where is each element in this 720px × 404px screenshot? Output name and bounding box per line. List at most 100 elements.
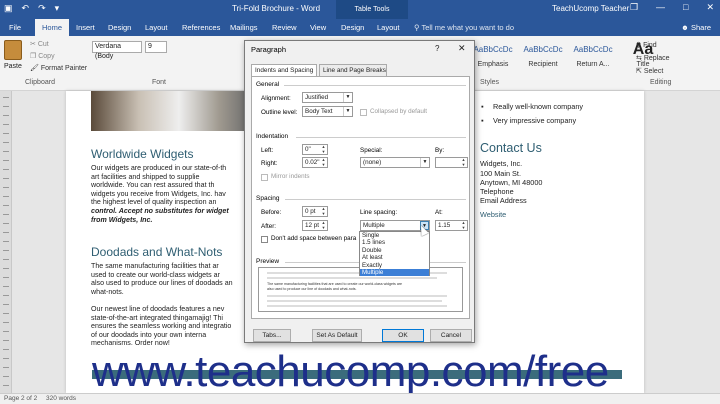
alignment-value: Justified bbox=[305, 94, 329, 101]
vertical-ruler bbox=[0, 91, 12, 393]
at-input[interactable]: 1.15 ▲ ▼ bbox=[435, 220, 468, 231]
select-label: Select bbox=[643, 68, 664, 75]
by-input[interactable]: ▲ ▼ bbox=[435, 157, 468, 168]
preview-next-line bbox=[267, 300, 442, 302]
close-icon[interactable]: ✕ bbox=[706, 2, 714, 13]
ruler-tick bbox=[3, 214, 9, 215]
text-line: The same manufacturing facilities that a… bbox=[91, 262, 219, 270]
option-at-least[interactable]: At least bbox=[360, 254, 429, 261]
tell-me-search[interactable]: ⚲ Tell me what you want to do bbox=[414, 19, 514, 36]
styles-group-label: Styles bbox=[480, 79, 500, 86]
style-sample: AaBbCcDc bbox=[573, 45, 613, 54]
tab-review[interactable]: Review bbox=[272, 19, 297, 36]
right-indent-input[interactable]: 0.02" ▲ ▼ bbox=[302, 157, 328, 168]
word-count[interactable]: 320 words bbox=[46, 395, 76, 402]
tab-home[interactable]: Home bbox=[35, 19, 70, 36]
tab-layout[interactable]: Layout bbox=[145, 19, 168, 36]
alignment-select[interactable]: Justified ▼ bbox=[302, 92, 353, 103]
ruler-tick bbox=[3, 286, 9, 287]
ruler-tick bbox=[3, 295, 9, 296]
spinner-icon[interactable]: ▲ ▼ bbox=[460, 157, 467, 167]
style-sample: AaBbCcDc bbox=[473, 45, 513, 54]
special-select[interactable]: (none) ▼ bbox=[360, 157, 430, 168]
bullet-item: Very impressive company bbox=[481, 116, 576, 125]
text-line: widgets you receive from Widgets, Inc. h… bbox=[91, 189, 226, 198]
line-spacing-dropdown: Single 1.5 lines Double At least Exactly… bbox=[359, 231, 430, 277]
option-exactly[interactable]: Exactly bbox=[360, 262, 429, 269]
minimize-icon[interactable]: — bbox=[656, 2, 665, 13]
cancel-button[interactable]: Cancel bbox=[430, 329, 472, 342]
line-spacing-label: Line spacing: bbox=[360, 209, 398, 216]
tab-line-page-breaks[interactable]: Line and Page Breaks bbox=[319, 64, 387, 76]
tab-table-layout[interactable]: Layout bbox=[377, 19, 400, 36]
customize-qat-icon[interactable]: ▾ bbox=[55, 3, 60, 14]
style-emphasis[interactable]: AaBbCcDc Emphasis bbox=[470, 39, 516, 75]
tab-references[interactable]: References bbox=[182, 19, 220, 36]
maximize-icon[interactable]: □ bbox=[683, 2, 688, 13]
user-name[interactable]: TeachUcomp Teacher bbox=[552, 4, 629, 13]
spinner-icon[interactable]: ▲ ▼ bbox=[320, 144, 327, 154]
option-multiple[interactable]: Multiple bbox=[360, 268, 429, 277]
option-double[interactable]: Double bbox=[360, 247, 429, 254]
tab-insert[interactable]: Insert bbox=[76, 19, 95, 36]
replace-button[interactable]: ⇆ Replace bbox=[636, 52, 670, 65]
spinner-icon[interactable]: ▲ ▼ bbox=[320, 157, 327, 167]
redo-icon[interactable]: ↷ bbox=[38, 3, 46, 14]
tabs-button[interactable]: Tabs... bbox=[253, 329, 291, 342]
heading-doodads: Doodads and What-Nots bbox=[91, 245, 223, 259]
paragraph-new-line: Our newest line of doodads features a ne… bbox=[91, 305, 251, 348]
option-single[interactable]: Single bbox=[360, 232, 429, 239]
spinner-icon[interactable]: ▲ ▼ bbox=[320, 206, 327, 216]
outline-level-value: Body Text bbox=[305, 108, 333, 115]
text-line: of our doodads into your own interna bbox=[91, 330, 207, 339]
tab-design[interactable]: Design bbox=[108, 19, 131, 36]
option-1-5-lines[interactable]: 1.5 lines bbox=[360, 239, 429, 246]
tab-mailings[interactable]: Mailings bbox=[230, 19, 258, 36]
close-icon[interactable]: ✕ bbox=[458, 43, 466, 54]
share-button[interactable]: ☻ Share bbox=[681, 19, 711, 36]
contact-line: 100 Main St. bbox=[480, 169, 521, 178]
ruler-tick bbox=[3, 250, 9, 251]
ruler-tick bbox=[3, 151, 9, 152]
title-bar: ▣ ↶ ↷ ▾ Tri-Fold Brochure - Word Table T… bbox=[0, 0, 720, 19]
find-label: Find bbox=[643, 42, 657, 49]
style-recipient[interactable]: AaBbCcDc Recipient bbox=[520, 39, 566, 75]
font-name-box[interactable]: Verdana (Body bbox=[92, 41, 142, 60]
ruler-tick bbox=[3, 106, 9, 107]
spacing-after-input[interactable]: 12 pt ▲ ▼ bbox=[302, 220, 328, 231]
save-icon[interactable]: ▣ bbox=[4, 3, 13, 14]
tab-view[interactable]: View bbox=[310, 19, 326, 36]
text-line: ensures the seamless working and integra… bbox=[91, 322, 232, 331]
tab-table-design[interactable]: Design bbox=[341, 19, 364, 36]
mirror-indents-label: Mirror indents bbox=[271, 173, 310, 180]
find-button[interactable]: ⚲ Find bbox=[636, 39, 670, 52]
set-as-default-button[interactable]: Set As Default bbox=[312, 329, 362, 342]
spacing-before-input[interactable]: 0 pt ▲ ▼ bbox=[302, 206, 328, 217]
page-count[interactable]: Page 2 of 2 bbox=[4, 395, 37, 402]
font-size-box[interactable]: 9 bbox=[145, 41, 167, 53]
cut-button[interactable]: ✂ Cut bbox=[30, 39, 87, 51]
paste-button[interactable]: Paste bbox=[4, 40, 26, 70]
spinner-icon[interactable]: ▲ ▼ bbox=[460, 220, 467, 230]
undo-icon[interactable]: ↶ bbox=[22, 3, 30, 14]
copy-label: Copy bbox=[38, 53, 55, 60]
format-painter-button[interactable]: 🖌 Format Painter bbox=[30, 63, 87, 75]
line-spacing-value: Multiple bbox=[363, 222, 385, 229]
mirror-indents-checkbox[interactable] bbox=[261, 174, 268, 181]
dont-add-space-checkbox[interactable] bbox=[261, 236, 268, 243]
copy-button[interactable]: ❐ Copy bbox=[30, 51, 87, 63]
outline-level-select[interactable]: Body Text ▼ bbox=[302, 106, 353, 117]
style-return-address[interactable]: AaBbCcDc Return A... bbox=[570, 39, 616, 75]
tab-file[interactable]: File bbox=[9, 19, 21, 36]
help-icon[interactable]: ? bbox=[435, 44, 439, 53]
ruler-tick bbox=[3, 115, 9, 116]
select-button[interactable]: ⇱ Select bbox=[636, 65, 670, 78]
ok-button[interactable]: OK bbox=[382, 329, 424, 342]
ruler-tick bbox=[3, 376, 9, 377]
spinner-icon[interactable]: ▲ ▼ bbox=[320, 220, 327, 230]
ribbon-display-icon[interactable]: ❐ bbox=[630, 2, 638, 13]
preview-next-line bbox=[267, 305, 447, 307]
watermark-url: www.teachucomp.com/free bbox=[92, 347, 609, 396]
left-indent-input[interactable]: 0" ▲ ▼ bbox=[302, 144, 328, 155]
collapsed-checkbox[interactable] bbox=[360, 109, 367, 116]
